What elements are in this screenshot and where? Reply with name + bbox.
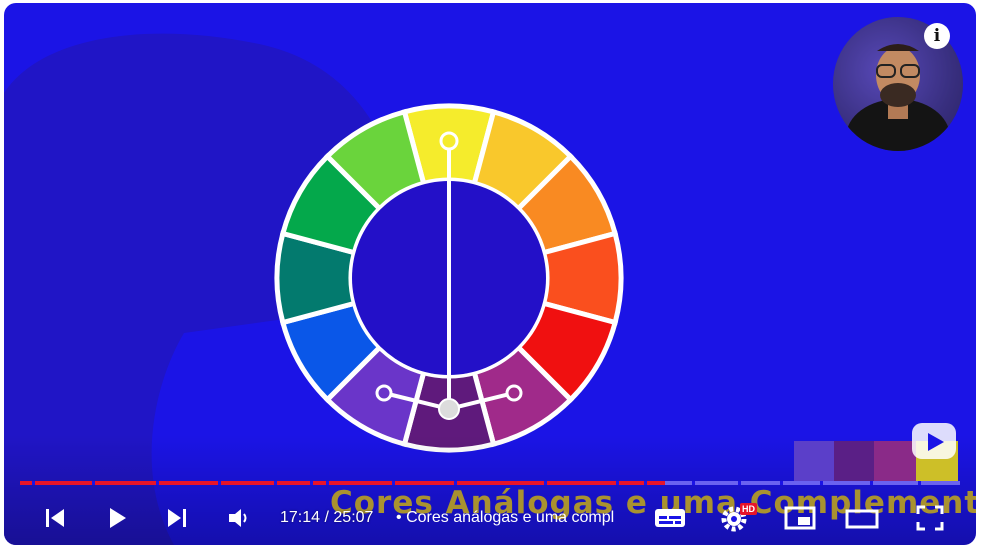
skip-next-icon[interactable]	[162, 503, 192, 533]
time-separator: /	[320, 509, 334, 526]
fullscreen-icon[interactable]	[912, 503, 948, 533]
time-display: 17:14 / 25:07	[280, 509, 373, 527]
chapter-marker	[310, 481, 313, 485]
chapter-title-text: Cores análogas e uma compl	[406, 509, 615, 526]
skip-previous-icon[interactable]	[40, 503, 70, 533]
hd-badge: HD	[740, 503, 757, 515]
info-button[interactable]: i	[924, 23, 950, 49]
chapter-marker	[326, 481, 329, 485]
chapter-marker	[92, 481, 95, 485]
wheel-handle-right	[505, 384, 523, 402]
wheel-handle-top	[439, 131, 459, 151]
play-badge-icon	[912, 423, 956, 459]
subtitles-icon[interactable]	[652, 503, 688, 533]
player-controls: 17:14 / 25:07 • Cores análogas e uma com…	[4, 497, 976, 537]
chapter-marker	[32, 481, 35, 485]
settings-button[interactable]: HD	[718, 503, 757, 533]
chapter-title[interactable]: • Cores análogas e uma compl	[396, 509, 636, 527]
time-total: 25:07	[333, 509, 374, 526]
video-player[interactable]: i Cores Análogas e uma Complementar 17:1…	[4, 3, 976, 545]
theater-mode-icon[interactable]	[844, 503, 880, 533]
chapter-marker	[156, 481, 159, 485]
chapter-marker	[274, 481, 277, 485]
chapter-bullet: •	[396, 509, 402, 526]
time-current: 17:14	[280, 509, 321, 526]
wheel-handle-left	[375, 384, 393, 402]
wheel-handle-center	[438, 398, 460, 420]
play-icon[interactable]	[102, 503, 132, 533]
chapter-marker	[218, 481, 221, 485]
volume-icon[interactable]	[224, 503, 254, 533]
miniplayer-icon[interactable]	[782, 503, 818, 533]
